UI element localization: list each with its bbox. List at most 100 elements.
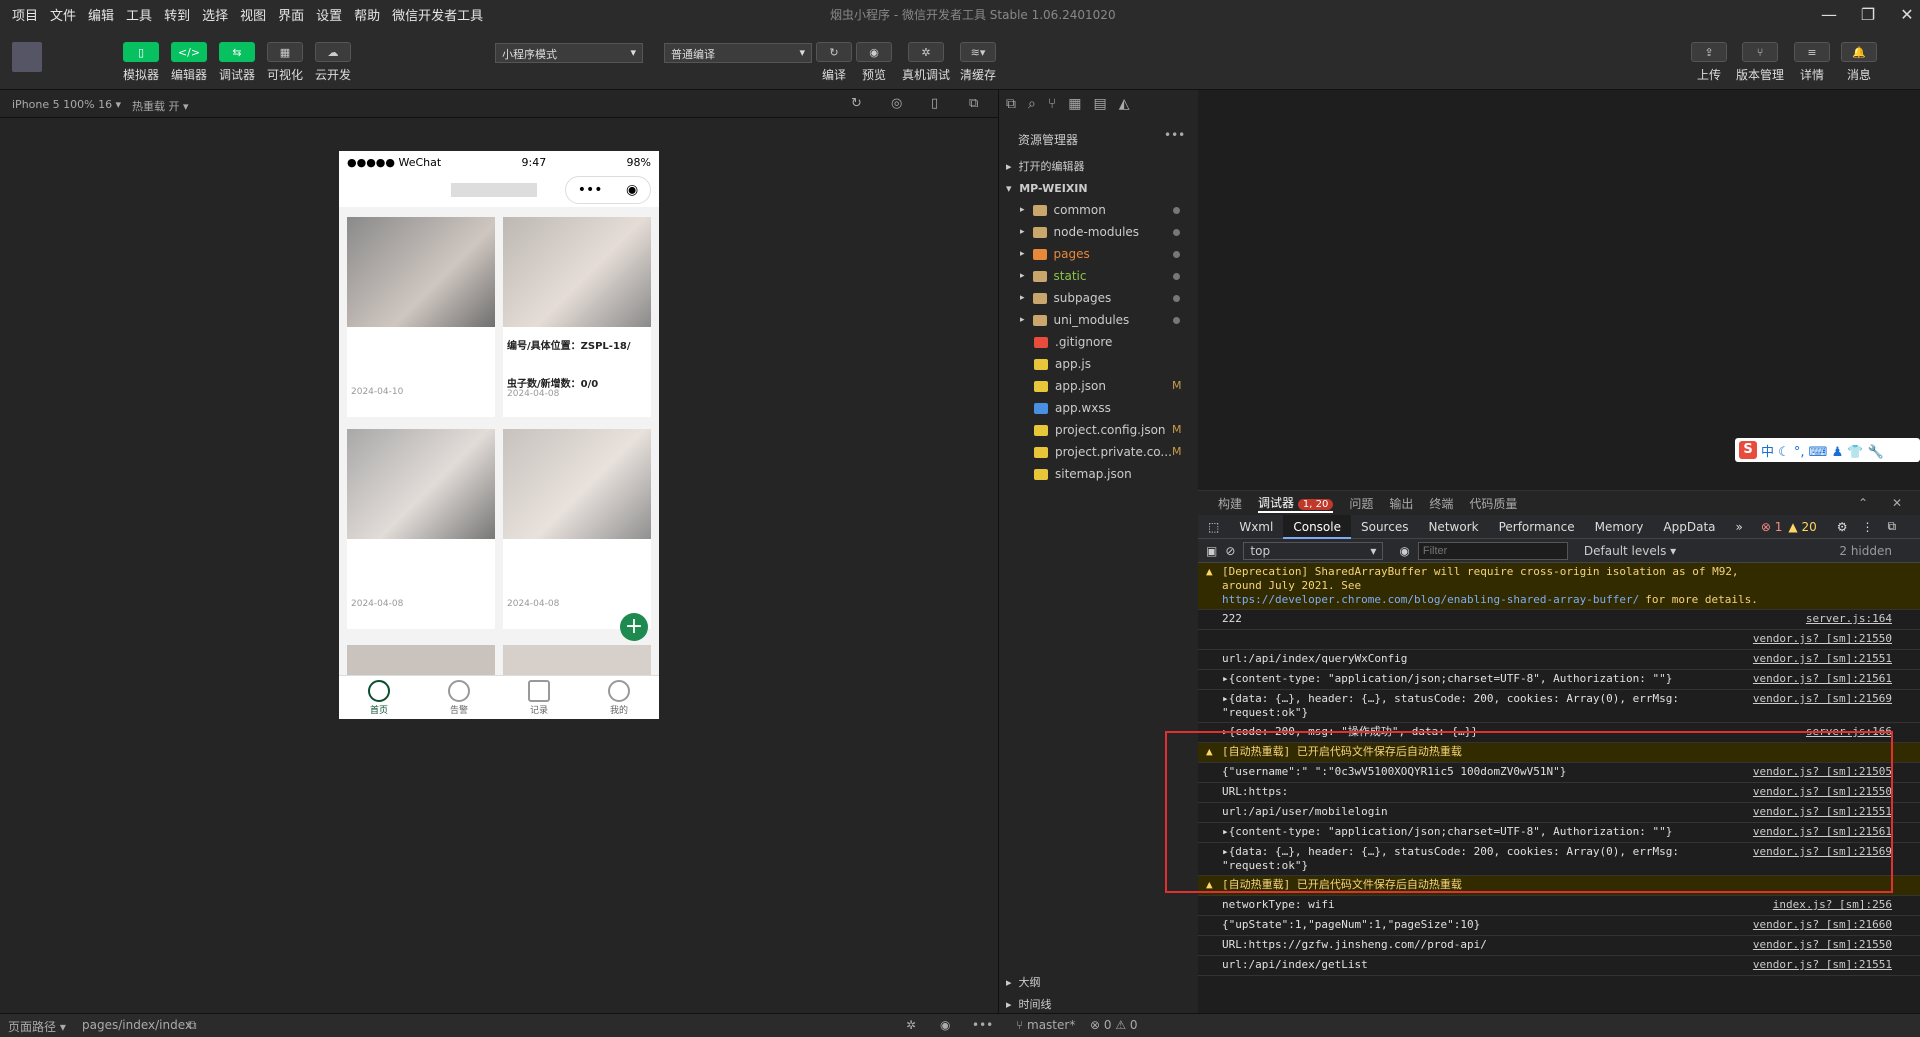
open-editors-section[interactable]: ▸ 打开的编辑器 xyxy=(1006,155,1085,177)
dock-icon[interactable]: ⧉ xyxy=(1887,519,1896,534)
tab-output[interactable]: 输出 xyxy=(1389,495,1413,512)
error-count[interactable]: ⊗ 1 xyxy=(1761,520,1783,534)
log-source-link[interactable]: vendor.js? [sm]:21551 xyxy=(1753,652,1892,666)
collapse-icon[interactable]: ⌃ xyxy=(1858,496,1868,510)
tab-mine[interactable]: 我的 xyxy=(579,676,659,719)
console-log-row[interactable]: 222 server.js:164 xyxy=(1198,610,1920,630)
more-icon[interactable]: ••• xyxy=(578,182,603,198)
tree-item[interactable]: sitemap.json xyxy=(1034,463,1132,485)
upload-button[interactable]: ⇪ 上传 xyxy=(1691,42,1727,83)
git-branch[interactable]: ⑂ master* xyxy=(1016,1018,1075,1032)
extensions-icon[interactable]: ▦ xyxy=(1068,96,1081,112)
tab-home[interactable]: 首页 xyxy=(339,676,419,719)
log-source-link[interactable]: vendor.js? [sm]:21660 xyxy=(1753,918,1892,932)
timeline-section[interactable]: ▸ 时间线 xyxy=(1006,993,1052,1015)
tab-wxml[interactable]: Wxml xyxy=(1229,515,1283,539)
menu-file[interactable]: 文件 xyxy=(44,5,82,24)
console-log-row[interactable]: ▸{content-type: "application/json;charse… xyxy=(1198,670,1920,690)
menu-view[interactable]: 视图 xyxy=(234,5,272,24)
copy-icon[interactable]: ⧉ xyxy=(188,1018,197,1033)
tab-problems[interactable]: 问题 xyxy=(1349,495,1373,512)
storage-icon[interactable]: ▤ xyxy=(1093,96,1106,112)
warning-count[interactable]: ▲ 20 xyxy=(1788,520,1816,534)
tab-terminal[interactable]: 终端 xyxy=(1429,495,1453,512)
clear-cache-button[interactable]: ≋▾ 清缓存 xyxy=(960,42,996,83)
console-log-row[interactable]: ▲ [Deprecation] SharedArrayBuffer will re… xyxy=(1198,563,1920,610)
more-tabs-icon[interactable]: » xyxy=(1726,515,1753,539)
outline-section[interactable]: ▸ 大纲 xyxy=(1006,971,1041,993)
inspect-icon[interactable]: ⬚ xyxy=(1198,515,1229,539)
tree-item[interactable]: app.json xyxy=(1034,375,1106,397)
tree-item[interactable]: ▸ node-modules xyxy=(1020,221,1139,243)
menu-interface[interactable]: 界面 xyxy=(272,5,310,24)
cloud-button[interactable]: ☁ 云开发 xyxy=(315,42,351,83)
clear-console-icon[interactable]: ⊘ xyxy=(1225,544,1235,558)
console-log-row[interactable]: url:/api/index/queryWxConfig vendor.js? [… xyxy=(1198,650,1920,670)
ime-toolbar[interactable]: S中 ☾ °, ⌨ ♟ 👕 🔧 xyxy=(1735,438,1920,462)
log-source-link[interactable]: vendor.js? [sm]:21561 xyxy=(1753,672,1892,686)
tab-debugger[interactable]: 调试器 1, 20 xyxy=(1258,494,1334,513)
log-link[interactable]: https://developer.chrome.com/blog/enabli… xyxy=(1222,593,1639,606)
hotreload-select[interactable]: 热重载 开 ▾ xyxy=(132,98,189,114)
tab-appdata[interactable]: AppData xyxy=(1653,515,1725,539)
files-icon[interactable]: ⧉ xyxy=(1006,96,1016,112)
tree-item[interactable]: ▸ static xyxy=(1020,265,1086,287)
tree-item[interactable]: app.wxss xyxy=(1034,397,1111,419)
log-source-link[interactable]: vendor.js? [sm]:21569 xyxy=(1753,692,1892,706)
stop-icon[interactable]: ◎ xyxy=(891,96,902,111)
menu-tools[interactable]: 工具 xyxy=(120,5,158,24)
bird-icon[interactable]: ◭ xyxy=(1119,96,1130,112)
console-log-row[interactable]: {"upState":1,"pageNum":1,"pageSize":10} v… xyxy=(1198,916,1920,936)
compile-button[interactable]: ↻ 编译 xyxy=(816,42,852,83)
tab-memory[interactable]: Memory xyxy=(1585,515,1654,539)
visual-button[interactable]: ▦ 可视化 xyxy=(267,42,303,83)
add-button[interactable]: + xyxy=(620,613,648,641)
tree-item[interactable]: .gitignore xyxy=(1034,331,1112,353)
real-debug-button[interactable]: ✲ 真机调试 xyxy=(902,42,950,83)
levels-select[interactable]: Default levels ▾ xyxy=(1584,544,1676,558)
log-source-link[interactable]: vendor.js? [sm]:21550 xyxy=(1753,938,1892,952)
git-icon[interactable]: ⑂ xyxy=(1048,96,1056,112)
tab-network[interactable]: Network xyxy=(1418,515,1488,539)
sidebar-toggle-icon[interactable]: ▣ xyxy=(1206,544,1217,558)
tab-build[interactable]: 构建 xyxy=(1218,495,1242,512)
capsule-menu[interactable]: ••• ◉ xyxy=(565,176,651,204)
tree-item[interactable]: ▸ subpages xyxy=(1020,287,1111,309)
messages-button[interactable]: 🔔 消息 xyxy=(1841,42,1877,83)
console-log-row[interactable]: networkType: wifi index.js? [sm]:256 xyxy=(1198,896,1920,916)
popout-icon[interactable]: ⧉ xyxy=(969,96,978,111)
list-item[interactable]: 编号/具体位置：ZSPL-18/ 虫子数/新增数：0/0 2024-04-08 xyxy=(503,217,651,417)
menu-help[interactable]: 帮助 xyxy=(348,5,386,24)
close-icon[interactable]: ✕ xyxy=(1892,496,1902,510)
preview-button[interactable]: ◉ 预览 xyxy=(856,42,892,83)
search-icon[interactable]: ⌕ xyxy=(1028,96,1036,112)
list-item[interactable]: 2024-04-10 xyxy=(347,217,495,417)
menu-settings[interactable]: 设置 xyxy=(310,5,348,24)
root-folder[interactable]: ▾ MP-WEIXIN xyxy=(1006,177,1088,199)
console-log-row[interactable]: URL:https://gzfw.jinsheng.com//prod-api/… xyxy=(1198,936,1920,956)
console-filter-input[interactable] xyxy=(1417,541,1568,560)
eye-icon[interactable]: ◉ xyxy=(1399,544,1409,558)
tab-records[interactable]: 记录 xyxy=(499,676,579,719)
tree-item[interactable]: ▸ common xyxy=(1020,199,1106,221)
kebab-icon[interactable]: ⋮ xyxy=(1861,520,1873,534)
list-item[interactable]: 2024-04-08 xyxy=(503,429,651,629)
problems-status[interactable]: ⊗ 0 ⚠ 0 xyxy=(1090,1018,1138,1032)
editor-button[interactable]: </> 编辑器 xyxy=(171,42,207,83)
version-button[interactable]: ⑂ 版本管理 xyxy=(1736,42,1784,83)
menu-wechat-devtools[interactable]: 微信开发者工具 xyxy=(386,5,489,24)
tab-alarm[interactable]: 告警 xyxy=(419,676,499,719)
menu-select[interactable]: 选择 xyxy=(196,5,234,24)
close-icon[interactable]: ✕ xyxy=(1884,0,1920,28)
menu-edit[interactable]: 编辑 xyxy=(82,5,120,24)
details-button[interactable]: ≡ 详情 xyxy=(1794,42,1830,83)
tab-performance[interactable]: Performance xyxy=(1489,515,1585,539)
avatar[interactable] xyxy=(12,42,42,72)
tree-item[interactable]: project.private.co... xyxy=(1034,441,1172,463)
eye-icon[interactable]: ◉ xyxy=(940,1018,950,1032)
log-source-link[interactable]: index.js? [sm]:256 xyxy=(1773,898,1892,912)
tree-item[interactable]: app.js xyxy=(1034,353,1091,375)
menu-goto[interactable]: 转到 xyxy=(158,5,196,24)
phone-icon[interactable]: ▯ xyxy=(931,96,938,111)
tab-sources[interactable]: Sources xyxy=(1351,515,1418,539)
